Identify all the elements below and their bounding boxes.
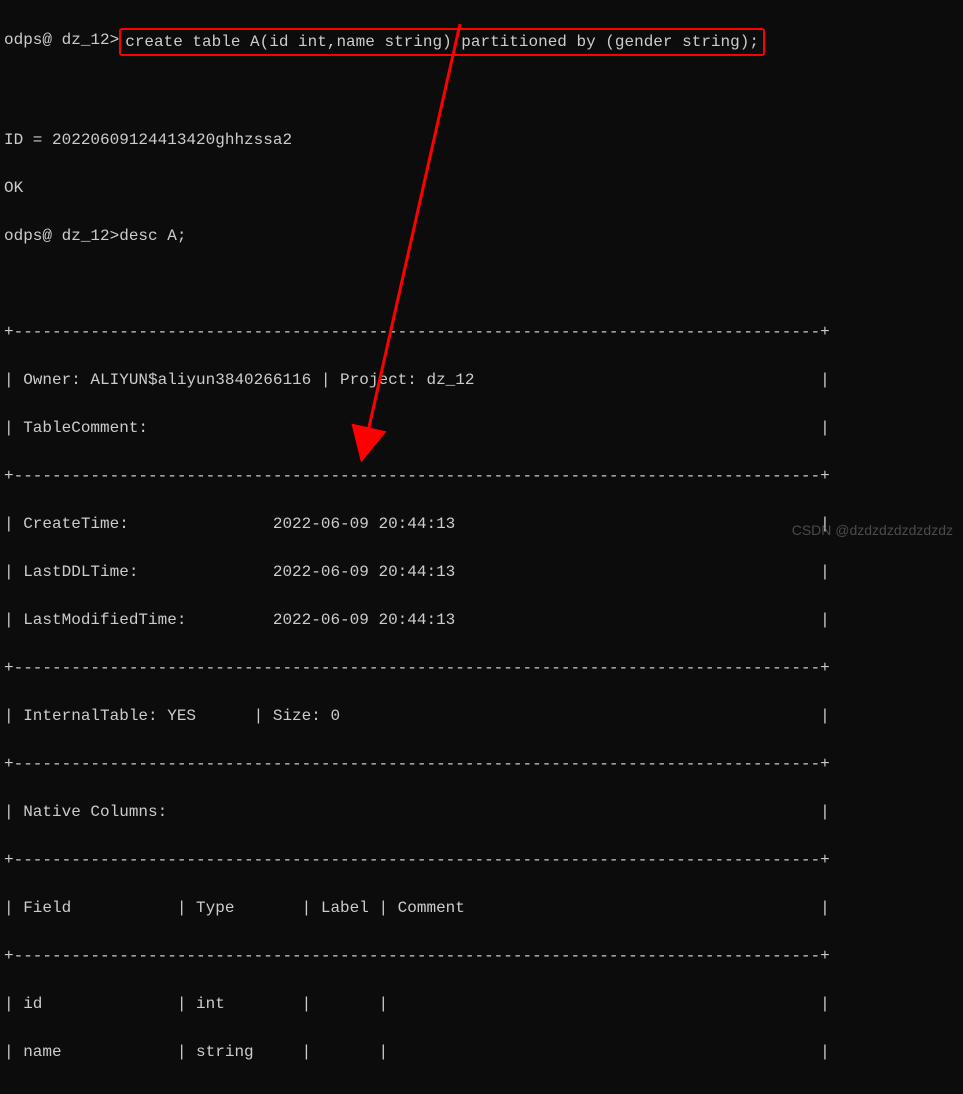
owner-row: | Owner: ALIYUN$aliyun3840266116 | Proje… [4, 368, 959, 392]
id-output: ID = 20220609124413420ghhzssa2 [4, 128, 959, 152]
blank-line [4, 80, 959, 104]
lastddl-row: | LastDDLTime: 2022-06-09 20:44:13 | [4, 560, 959, 584]
native-columns-header: | Native Columns: | [4, 800, 959, 824]
ok-output: OK [4, 176, 959, 200]
prompt-prefix-2: odps@ dz_12> [4, 224, 119, 248]
terminal-output: odps@ dz_12>create table A(id int,name s… [4, 4, 959, 1094]
blank-line-2 [4, 272, 959, 296]
watermark: CSDN @dzdzdzdzdzdzdz [792, 520, 953, 541]
internal-row: | InternalTable: YES | Size: 0 | [4, 704, 959, 728]
field-id-row: | id | int | | | [4, 992, 959, 1016]
table-divider: +---------------------------------------… [4, 1088, 959, 1094]
create-table-command: create table A(id int,name string) parti… [119, 28, 765, 56]
columns-header: | Field | Type | Label | Comment | [4, 896, 959, 920]
table-divider: +---------------------------------------… [4, 944, 959, 968]
field-name-row: | name | string | | | [4, 1040, 959, 1064]
table-divider: +---------------------------------------… [4, 464, 959, 488]
lastmod-row: | LastModifiedTime: 2022-06-09 20:44:13 … [4, 608, 959, 632]
table-divider: +---------------------------------------… [4, 848, 959, 872]
table-divider: +---------------------------------------… [4, 656, 959, 680]
table-divider: +---------------------------------------… [4, 752, 959, 776]
desc-command: desc A; [119, 224, 186, 248]
table-comment-row: | TableComment: | [4, 416, 959, 440]
table-divider: +---------------------------------------… [4, 320, 959, 344]
prompt-prefix: odps@ dz_12> [4, 28, 119, 52]
